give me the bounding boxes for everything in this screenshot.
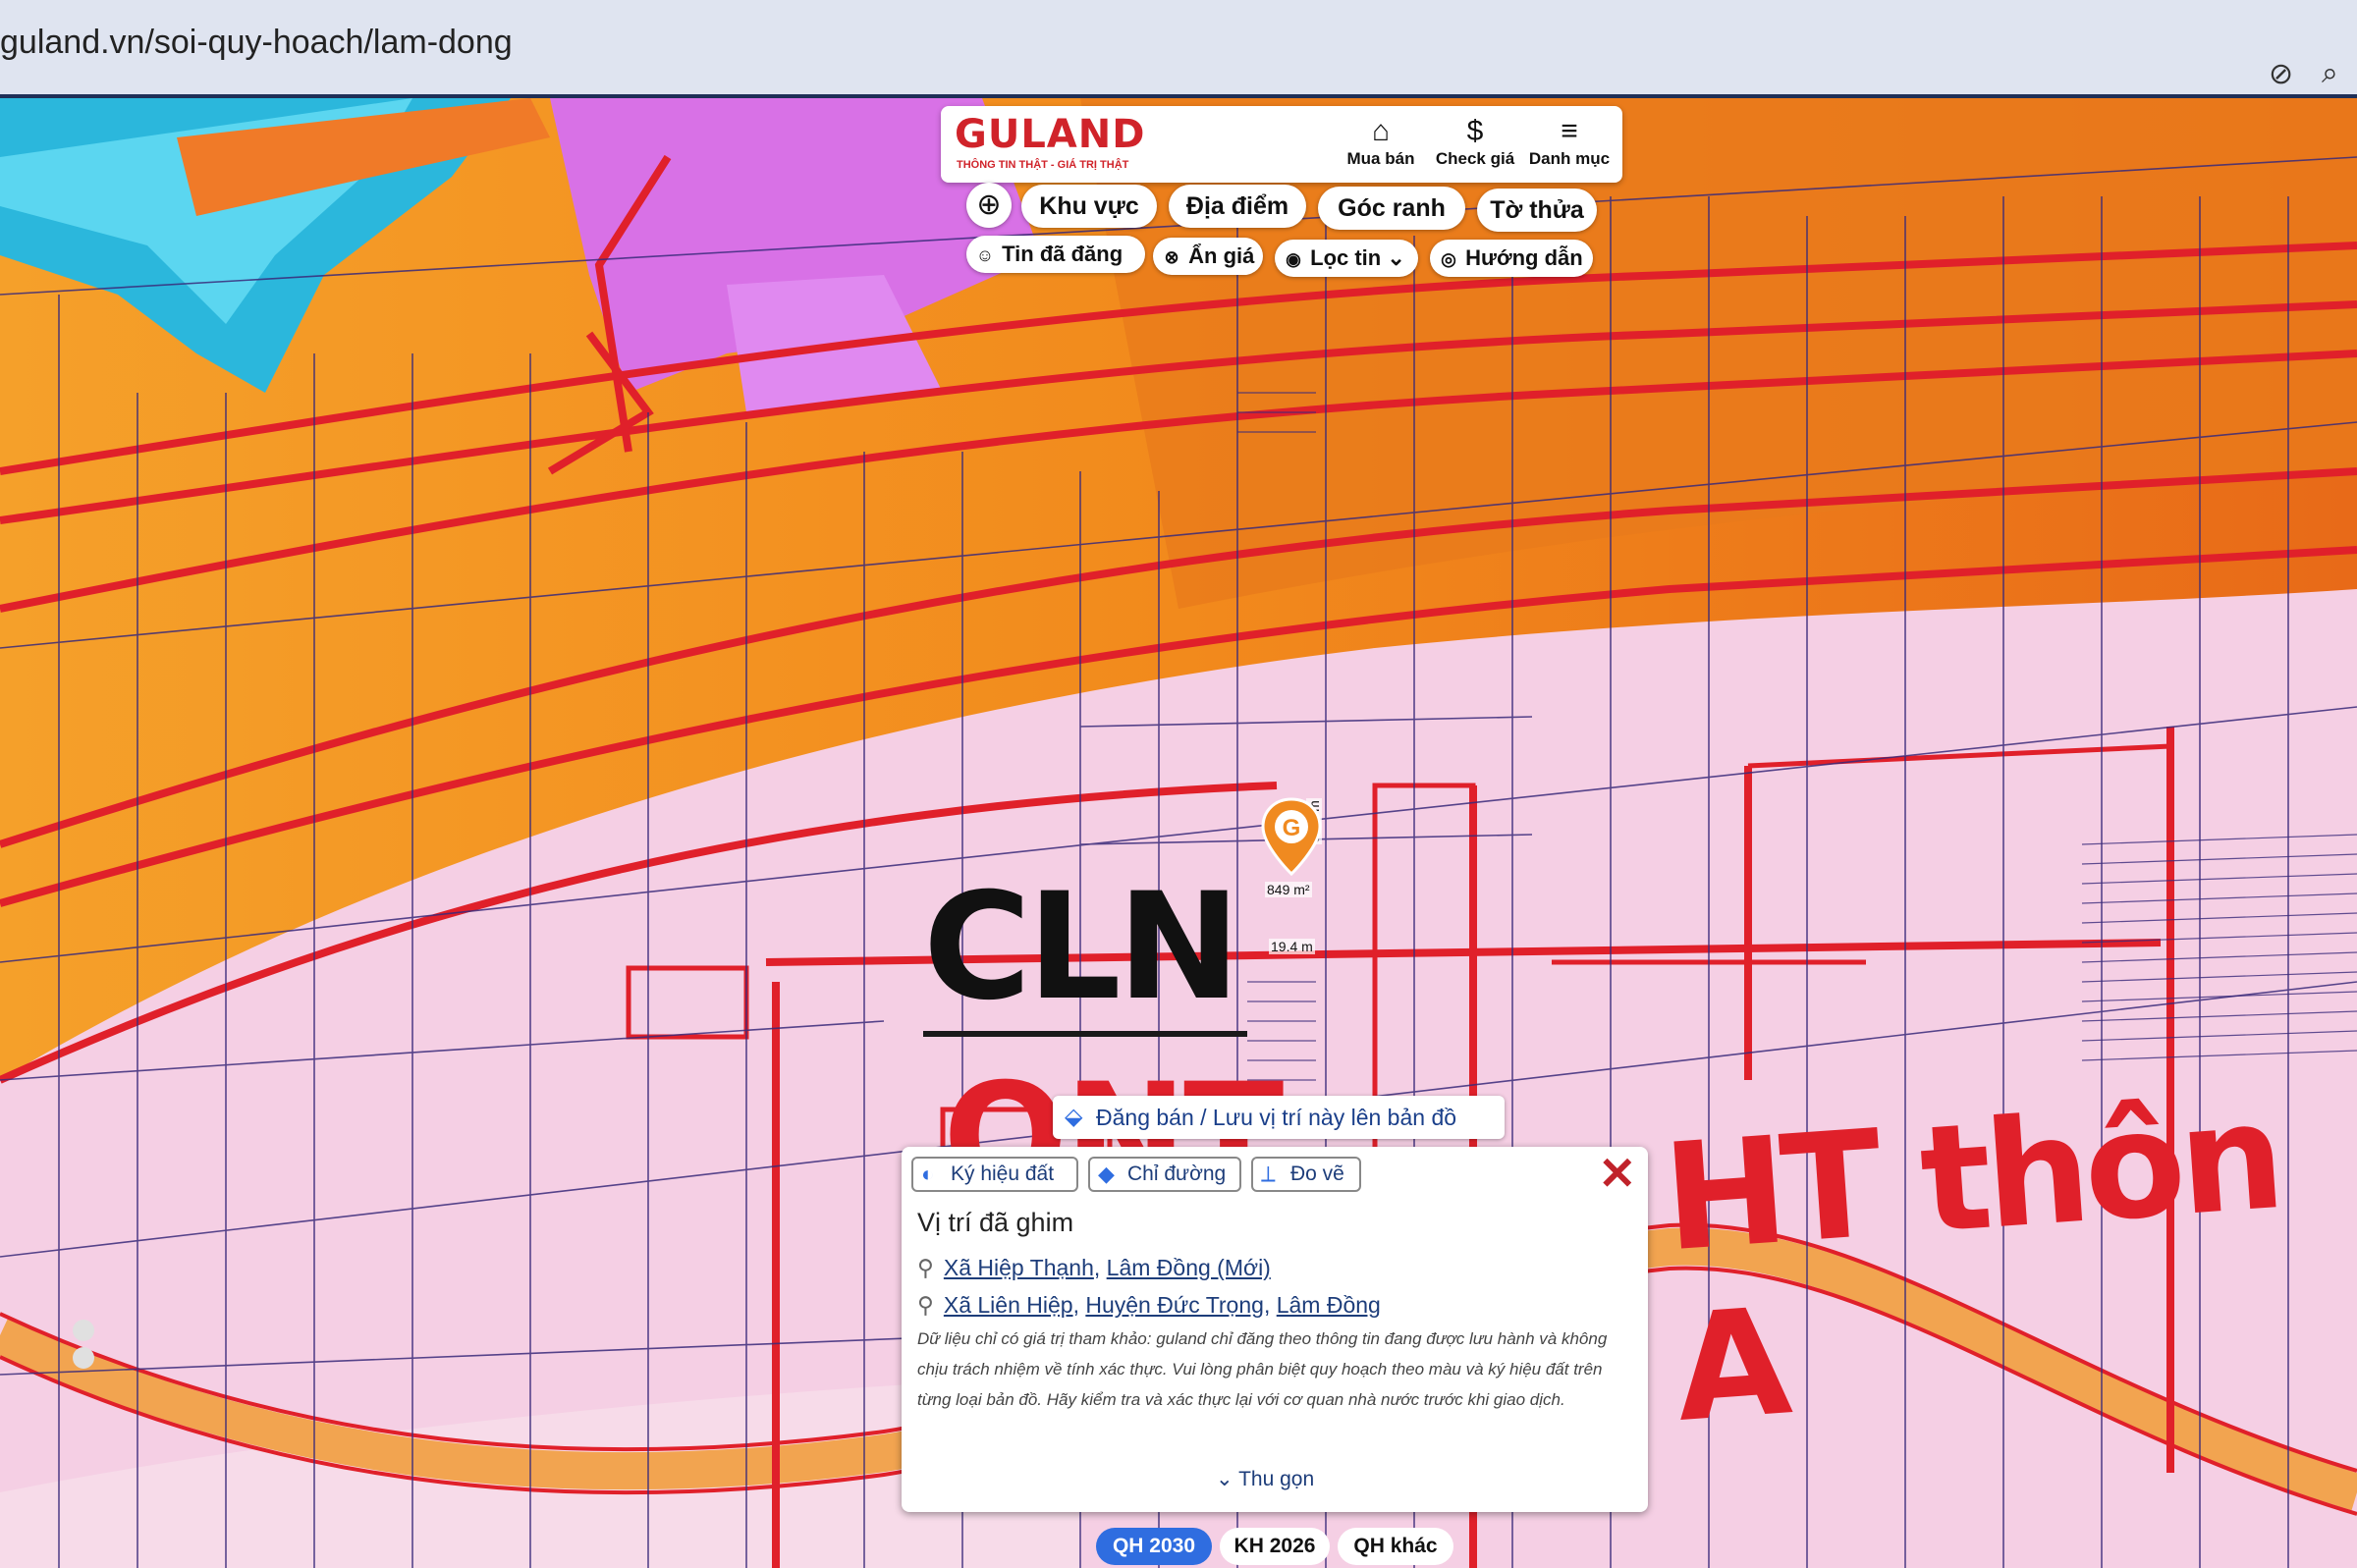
tab-tin-da-dang[interactable]: ☺ Tin đã đăng [966, 236, 1145, 273]
chevron-down-icon: ⌄ [1216, 1468, 1233, 1490]
location-icon: ⚲ [917, 1292, 934, 1318]
buy-sell-button[interactable]: ⌂ Mua bán [1334, 114, 1428, 169]
guland-logo[interactable]: GULAND [955, 112, 1145, 157]
location-info-panel: ◐ Ký hiệu đất ◆ Chỉ đường ⟂ Đo vẽ ✕ Vị trí … [902, 1147, 1648, 1512]
header-card: GULAND THÔNG TIN THẬT - GIÁ TRỊ THẬT ⌂ M… [941, 106, 1622, 183]
locate-button[interactable]: ⊕ [966, 183, 1012, 228]
crosshair-icon: ⊕ [976, 189, 1002, 221]
directions-button[interactable]: ◆ Chỉ đường [1088, 1157, 1241, 1192]
zoom-icon[interactable]: ⌕ [2322, 57, 2338, 90]
tab-khu-vuc[interactable]: Khu vực [1021, 185, 1157, 228]
palette-icon: ◐ [921, 1162, 935, 1186]
province-link[interactable]: Lâm Đồng (Mới) [1107, 1255, 1271, 1280]
logo-tagline: THÔNG TIN THẬT - GIÁ TRỊ THẬT [957, 159, 1129, 171]
address-new: ⚲ Xã Hiệp Thạnh, Lâm Đồng (Mới) [917, 1255, 1271, 1280]
tab-goc-ranh[interactable]: Góc ranh [1318, 187, 1465, 230]
tab-to-thua[interactable]: Tờ thửa [1477, 189, 1597, 232]
user-icon: ☺ [975, 245, 995, 265]
tab-an-gia[interactable]: ⊗ Ẩn giá [1153, 238, 1263, 275]
commune-link[interactable]: Xã Liên Hiệp [944, 1292, 1073, 1318]
zone-label-cln: CLN [923, 862, 1240, 1033]
plan-tab-kh2026[interactable]: KH 2026 [1220, 1528, 1330, 1565]
tab-huong-dan[interactable]: ◎ Hướng dẫn [1430, 240, 1593, 277]
post-location-button[interactable]: ⬙ Đăng bán / Lưu vị trí này lên bản đồ [1053, 1096, 1505, 1139]
menu-button[interactable]: ≡ Danh mục [1522, 114, 1617, 169]
menu-icon: ≡ [1561, 115, 1578, 147]
guide-icon: ◎ [1441, 249, 1456, 269]
panel-title: Vị trí đã ghim [917, 1208, 1074, 1237]
commune-link[interactable]: Xã Hiệp Thạnh [944, 1255, 1094, 1280]
zone-label-ht: HT thôn A [1658, 1071, 2284, 1455]
close-icon[interactable]: ✕ [1598, 1149, 1636, 1198]
disclaimer-text: Dữ liệu chỉ có giá trị tham khảo: guland… [917, 1329, 1608, 1409]
location-icon: ⚲ [917, 1255, 934, 1280]
map-drag-handle[interactable] [73, 1320, 102, 1375]
ruler-icon: ⟂ [1261, 1162, 1276, 1186]
area-measure: 849 m² [1265, 882, 1312, 897]
land-legend-button[interactable]: ◐ Ký hiệu đất [911, 1157, 1078, 1192]
zone-label-underline [923, 1031, 1247, 1037]
svg-text:G: G [1283, 815, 1301, 841]
house-icon: ⌂ [1371, 115, 1391, 147]
province-link[interactable]: Lâm Đồng [1277, 1292, 1381, 1318]
eye-off-icon[interactable]: ⊘ [2269, 57, 2293, 91]
address-old: ⚲ Xã Liên Hiệp, Huyện Đức Trọng, Lâm Đồng [917, 1292, 1381, 1318]
dollar-icon: $ [1466, 115, 1484, 147]
chevron-down-icon: ⌄ [1387, 245, 1405, 270]
plan-tab-qh2030[interactable]: QH 2030 [1096, 1528, 1212, 1565]
pin-icon: ⬙ [1065, 1104, 1083, 1130]
measure-button[interactable]: ⟂ Đo vẽ [1251, 1157, 1361, 1192]
directions-icon: ◆ [1098, 1162, 1115, 1186]
tab-loc-tin[interactable]: ◉ Lọc tin ⌄ [1275, 240, 1418, 277]
browser-address-bar[interactable]: guland.vn/soi-quy-hoach/lam-dong ⊘ ⌕ [0, 0, 2357, 98]
district-link[interactable]: Huyện Đức Trọng [1085, 1292, 1264, 1318]
check-price-button[interactable]: $ Check giá [1428, 114, 1522, 169]
tab-dia-diem[interactable]: Địa điểm [1169, 185, 1306, 228]
collapse-button[interactable]: ⌄ Thu gọn [1216, 1467, 1314, 1491]
hide-icon: ⊗ [1164, 247, 1179, 267]
pin-icon: ◉ [1286, 249, 1301, 269]
edge-measure-2: 19.4 m [1269, 939, 1315, 954]
url-text[interactable]: guland.vn/soi-quy-hoach/lam-dong [0, 24, 513, 62]
location-pin-icon[interactable]: G [1261, 797, 1322, 876]
plan-tab-qh-khac[interactable]: QH khác [1338, 1528, 1453, 1565]
